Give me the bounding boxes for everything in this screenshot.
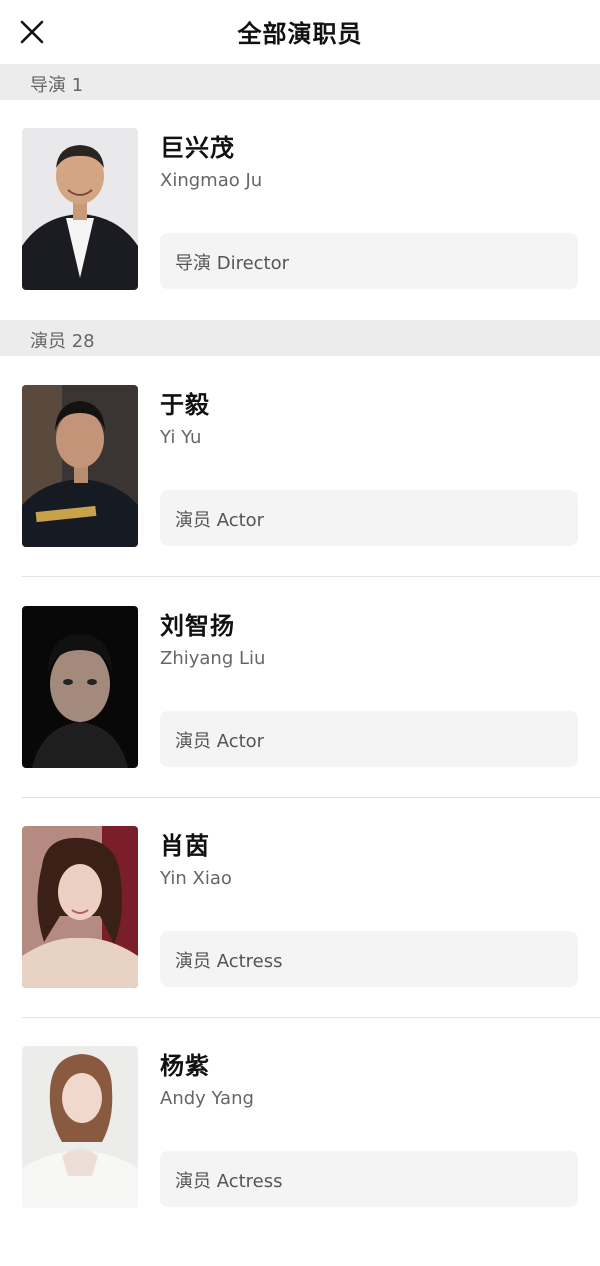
person-name-en: Zhiyang Liu bbox=[160, 648, 266, 669]
person-name-cn: 肖茵 bbox=[160, 832, 210, 860]
person-role: 演员 Actor bbox=[175, 731, 265, 752]
person-card[interactable]: 于毅 Yi Yu 演员 Actor bbox=[0, 385, 600, 605]
person-name-cn: 于毅 bbox=[160, 391, 210, 419]
person-name-en: Yin Xiao bbox=[160, 868, 232, 889]
person-photo bbox=[22, 826, 138, 988]
person-role: 演员 Actress bbox=[175, 951, 283, 972]
person-photo bbox=[22, 385, 138, 547]
page-title: 全部演职员 bbox=[237, 20, 363, 48]
section-header-director: 导演 1 bbox=[0, 64, 600, 100]
role-box: 导演 Director bbox=[160, 233, 578, 289]
person-role: 演员 Actress bbox=[175, 1171, 283, 1192]
section-header-actors: 演员 28 bbox=[0, 320, 600, 356]
role-box: 演员 Actress bbox=[160, 931, 578, 987]
person-name-cn: 巨兴茂 bbox=[160, 134, 235, 162]
person-role: 导演 Director bbox=[175, 253, 290, 274]
section-label: 导演 1 bbox=[30, 75, 84, 96]
person-name-cn: 刘智扬 bbox=[160, 612, 235, 640]
person-role: 演员 Actor bbox=[175, 510, 265, 531]
role-box: 演员 Actor bbox=[160, 711, 578, 767]
person-name-en: Andy Yang bbox=[160, 1088, 254, 1109]
role-box: 演员 Actor bbox=[160, 490, 578, 546]
person-name-cn: 杨紫 bbox=[160, 1052, 210, 1080]
person-photo bbox=[22, 128, 138, 290]
divider bbox=[22, 1017, 600, 1018]
person-card[interactable]: 巨兴茂 Xingmao Ju 导演 Director bbox=[0, 128, 600, 348]
section-label: 演员 28 bbox=[30, 331, 95, 352]
person-name-en: Xingmao Ju bbox=[160, 170, 263, 191]
person-photo bbox=[22, 1046, 138, 1208]
person-photo bbox=[22, 606, 138, 768]
person-card[interactable]: 刘智扬 Zhiyang Liu 演员 Actor bbox=[0, 606, 600, 826]
person-name-en: Yi Yu bbox=[160, 427, 202, 448]
divider bbox=[22, 797, 600, 798]
person-card[interactable]: 肖茵 Yin Xiao 演员 Actress bbox=[0, 826, 600, 1046]
person-card[interactable]: 杨紫 Andy Yang 演员 Actress bbox=[0, 1046, 600, 1266]
divider bbox=[22, 576, 600, 577]
top-bar: 全部演职员 bbox=[0, 0, 600, 64]
role-box: 演员 Actress bbox=[160, 1151, 578, 1207]
